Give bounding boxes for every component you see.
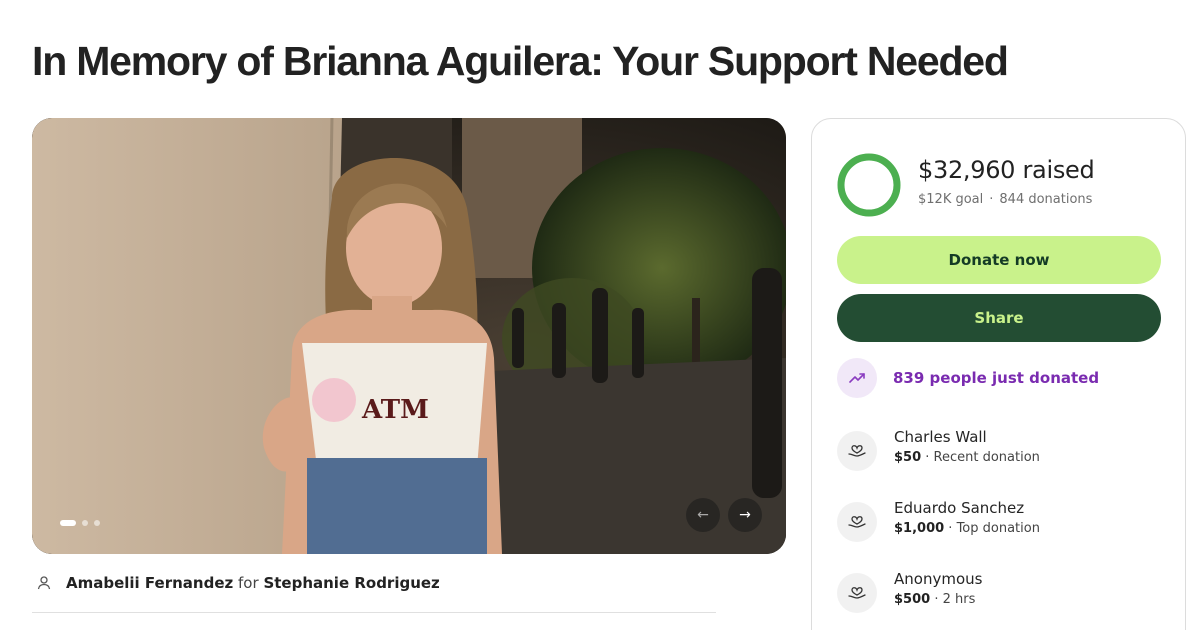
organizer-name[interactable]: Amabelii Fernandez [66,574,233,592]
donate-now-button[interactable]: Donate now [837,236,1161,284]
share-button[interactable]: Share [837,294,1161,342]
goal-text: $12K goal [918,192,984,207]
donor-name: Eduardo Sanchez [894,499,1025,517]
organizer-for-text: for [238,574,259,592]
svg-text:ATM: ATM [361,395,429,425]
goal-and-donations: $12K goal · 844 donations [918,192,1092,207]
meta-separator: · [989,192,994,207]
slide-dot[interactable] [94,520,100,526]
heart-hand-icon [837,573,877,613]
donation-item: Anonymous $500 · 2 hrs [837,569,982,613]
person-icon [32,571,56,595]
donation-detail: · Recent donation [921,450,1040,465]
donation-count: 844 donations [999,192,1093,207]
donor-name: Anonymous [894,570,983,588]
page-title: In Memory of Brianna Aguilera: Your Supp… [32,38,1009,84]
donation-card: $32,960 raised $12K goal · 844 donations… [811,118,1186,630]
previous-photo-button[interactable]: ← [686,498,720,532]
trending-up-icon [837,358,877,398]
beneficiary-name[interactable]: Stephanie Rodriguez [263,574,439,592]
slide-indicator[interactable] [60,520,100,526]
donor-name: Charles Wall [894,428,987,446]
campaign-photo-gallery[interactable]: ATM ← → [32,118,786,554]
donation-amount: $50 [894,450,922,465]
donation-amount: $1,000 [894,521,945,536]
heart-hand-icon [837,431,877,471]
recent-donors-text: 839 people just donated [893,369,1100,387]
donation-detail: · 2 hrs [930,592,976,607]
slide-dot-active[interactable] [60,520,76,526]
donation-amount: $500 [894,592,931,607]
heart-hand-icon [837,502,877,542]
recent-activity: 839 people just donated [837,358,1099,398]
amount-raised: $32,960 raised [918,156,1095,184]
arrow-left-icon: ← [697,507,709,523]
donation-detail: · Top donation [944,521,1040,536]
organizer-line: Amabelii Fernandez for Stephanie Rodrigu… [32,571,440,595]
donation-item: Eduardo Sanchez $1,000 · Top donation [837,498,1040,542]
slide-dot[interactable] [82,520,88,526]
campaign-photo: ATM [32,118,786,554]
donation-item: Charles Wall $50 · Recent donation [837,427,1040,471]
progress-ring [837,153,901,217]
arrow-right-icon: → [739,507,751,523]
next-photo-button[interactable]: → [728,498,762,532]
divider [32,612,716,613]
